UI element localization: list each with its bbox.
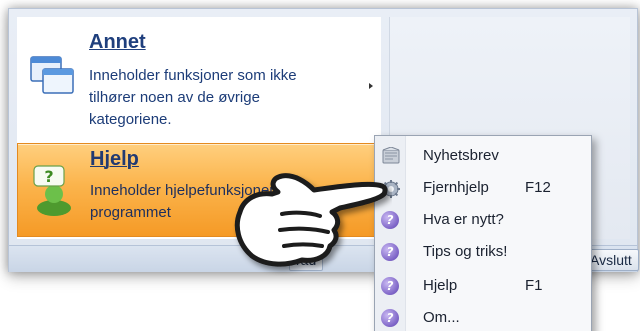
screen: Annet Inneholder funksjoner som ikke til… xyxy=(0,0,640,331)
help-person-icon: ? xyxy=(30,164,78,220)
description-line: tilhører noen av de øvrige xyxy=(89,89,260,106)
description-line: Inneholder funksjoner som ikke xyxy=(89,67,297,84)
entry-description: Inneholder funksjoner som ikke tilhører … xyxy=(89,65,339,131)
menu-item-label: Hjelp xyxy=(423,277,458,294)
menu-item-label: Nyhetsbrev xyxy=(423,147,499,164)
entry-title: Hjelp xyxy=(90,148,139,170)
menu-item-fjernhjelp[interactable]: Fjernhjelp F12 xyxy=(375,172,591,204)
windows-icon xyxy=(29,53,77,101)
menu-item-hjelp[interactable]: ? Hjelp F1 xyxy=(375,270,591,302)
submenu-arrow-icon xyxy=(369,83,373,89)
pointing-hand-icon xyxy=(234,173,388,267)
menu-item-label: Tips og triks! xyxy=(423,243,508,260)
menu-item-shortcut: F1 xyxy=(525,277,543,294)
menu-item-hva-er-nytt[interactable]: ? Hva er nytt? xyxy=(375,204,591,236)
menu-item-shortcut: F12 xyxy=(525,179,551,196)
menu-item-om[interactable]: ? Om... xyxy=(375,302,591,331)
menu-item-label: Om... xyxy=(423,309,460,326)
menu-item-nyhetsbrev[interactable]: Nyhetsbrev xyxy=(375,140,591,172)
help-submenu: Nyhetsbrev Fjernhjelp F12 ? Hva er nytt?… xyxy=(374,135,592,331)
menu-item-label: Hva er nytt? xyxy=(423,211,504,228)
menu-item-label: Fjernhjelp xyxy=(423,179,489,196)
menu-entry-annet[interactable]: Annet Inneholder funksjoner som ikke til… xyxy=(17,25,381,139)
svg-text:?: ? xyxy=(44,167,53,186)
question-icon: ? xyxy=(381,309,399,327)
question-icon: ? xyxy=(381,277,399,295)
entry-title: Annet xyxy=(89,31,146,53)
description-line: kategoriene. xyxy=(89,111,172,128)
menu-item-tips-og-triks[interactable]: ? Tips og triks! xyxy=(375,236,591,268)
